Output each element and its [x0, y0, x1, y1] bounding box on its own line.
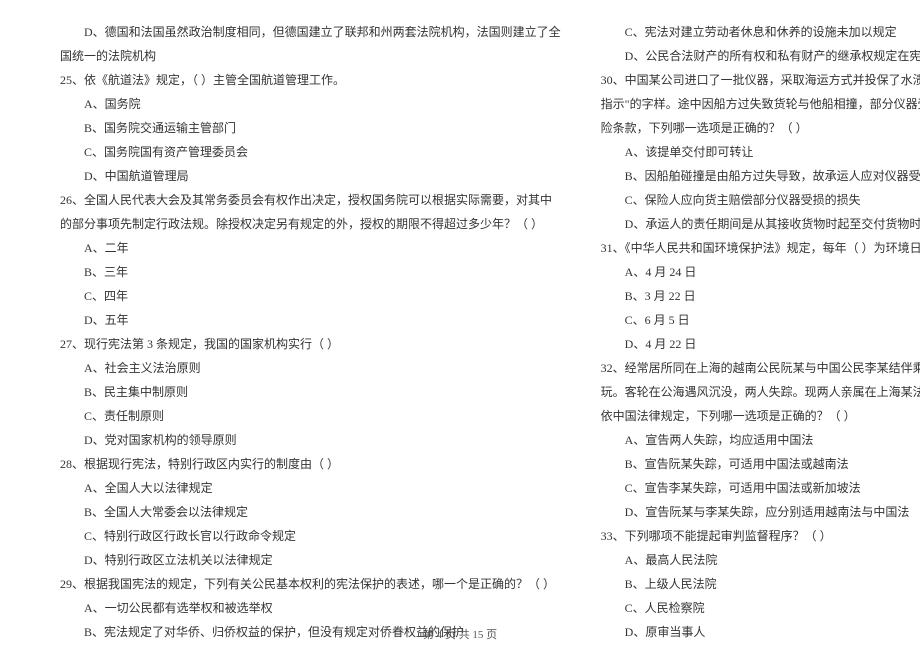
q24-option-d: D、德国和法国虽然政治制度相同，但德国建立了联邦和州两套法院机构，法国则建立了全: [60, 20, 561, 44]
q27-stem: 27、现行宪法第 3 条规定，我国的国家机构实行（ ）: [60, 332, 561, 356]
q30-stem-3: 险条款，下列哪一选项是正确的？（ ）: [601, 116, 920, 140]
q32-stem-3: 依中国法律规定，下列哪一选项是正确的？（ ）: [601, 404, 920, 428]
q31-option-b: B、3 月 22 日: [601, 284, 920, 308]
q29-option-d: D、公民合法财产的所有权和私有财产的继承权规定在宪法"总纲"部分: [601, 44, 920, 68]
q25-stem: 25、依《航道法》规定，（ ）主管全国航道管理工作。: [60, 68, 561, 92]
q27-option-d: D、党对国家机构的领导原则: [60, 428, 561, 452]
q26-option-d: D、五年: [60, 308, 561, 332]
q26-option-c: C、四年: [60, 284, 561, 308]
q30-stem-2: 指示"的字样。途中因船方过失致货轮与他船相撞，部分仪器受损。依《海牙规则》及相关…: [601, 92, 920, 116]
q25-option-b: B、国务院交通运输主管部门: [60, 116, 561, 140]
q31-option-a: A、4 月 24 日: [601, 260, 920, 284]
q27-option-c: C、责任制原则: [60, 404, 561, 428]
q32-option-a: A、宣告两人失踪，均应适用中国法: [601, 428, 920, 452]
q28-option-d: D、特别行政区立法机关以法律规定: [60, 548, 561, 572]
q31-option-c: C、6 月 5 日: [601, 308, 920, 332]
q28-stem: 28、根据现行宪法，特别行政区内实行的制度由（ ）: [60, 452, 561, 476]
q30-stem-1: 30、中国某公司进口了一批仪器，采取海运方式并投保了水渍险，提单上的收货人一栏写…: [601, 68, 920, 92]
q33-option-c: C、人民检察院: [601, 596, 920, 620]
q29-option-a: A、一切公民都有选举权和被选举权: [60, 596, 561, 620]
q29-option-c: C、宪法对建立劳动者休息和休养的设施未加以规定: [601, 20, 920, 44]
page-footer: 第 4 页 共 15 页: [0, 626, 920, 642]
q28-option-a: A、全国人大以法律规定: [60, 476, 561, 500]
q25-option-c: C、国务院国有资产管理委员会: [60, 140, 561, 164]
q32-stem-1: 32、经常居所同在上海的越南公民阮某与中国公民李某结伴乘新加坡籍客轮从新加坡到印…: [601, 356, 920, 380]
q27-option-a: A、社会主义法治原则: [60, 356, 561, 380]
q26-option-a: A、二年: [60, 236, 561, 260]
q31-stem: 31、《中华人民共和国环境保护法》规定，每年（ ）为环境日。: [601, 236, 920, 260]
q25-option-d: D、中国航道管理局: [60, 164, 561, 188]
q30-option-a: A、该提单交付即可转让: [601, 140, 920, 164]
q30-option-d: D、承运人的责任期间是从其接收货物时起至交付货物时止: [601, 212, 920, 236]
q26-stem-1: 26、全国人民代表大会及其常务委员会有权作出决定，授权国务院可以根据实际需要，对…: [60, 188, 561, 212]
q32-option-b: B、宣告阮某失踪，可适用中国法或越南法: [601, 452, 920, 476]
q28-option-c: C、特别行政区行政长官以行政命令规定: [60, 524, 561, 548]
q30-option-c: C、保险人应向货主赔偿部分仪器受损的损失: [601, 188, 920, 212]
q29-stem: 29、根据我国宪法的规定，下列有关公民基本权利的宪法保护的表述，哪一个是正确的？…: [60, 572, 561, 596]
q33-stem: 33、下列哪项不能提起审判监督程序？（ ）: [601, 524, 920, 548]
q33-option-b: B、上级人民法院: [601, 572, 920, 596]
q30-option-b: B、因船舶碰撞是由船方过失导致，故承运人应对仪器受损承担赔偿责任: [601, 164, 920, 188]
q26-option-b: B、三年: [60, 260, 561, 284]
q26-stem-2: 的部分事项先制定行政法规。除授权决定另有规定的外，授权的期限不得超过多少年？（ …: [60, 212, 561, 236]
q24-option-d-cont: 国统一的法院机构: [60, 44, 561, 68]
q32-stem-2: 玩。客轮在公海遇风沉没，两人失踪。现两人亲属在上海某法院起诉，请求宣告两人失踪。: [601, 380, 920, 404]
q32-option-c: C、宣告李某失踪，可适用中国法或新加坡法: [601, 476, 920, 500]
q25-option-a: A、国务院: [60, 92, 561, 116]
q28-option-b: B、全国人大常委会以法律规定: [60, 500, 561, 524]
q31-option-d: D、4 月 22 日: [601, 332, 920, 356]
q32-option-d: D、宣告阮某与李某失踪，应分别适用越南法与中国法: [601, 500, 920, 524]
q27-option-b: B、民主集中制原则: [60, 380, 561, 404]
q33-option-a: A、最高人民法院: [601, 548, 920, 572]
